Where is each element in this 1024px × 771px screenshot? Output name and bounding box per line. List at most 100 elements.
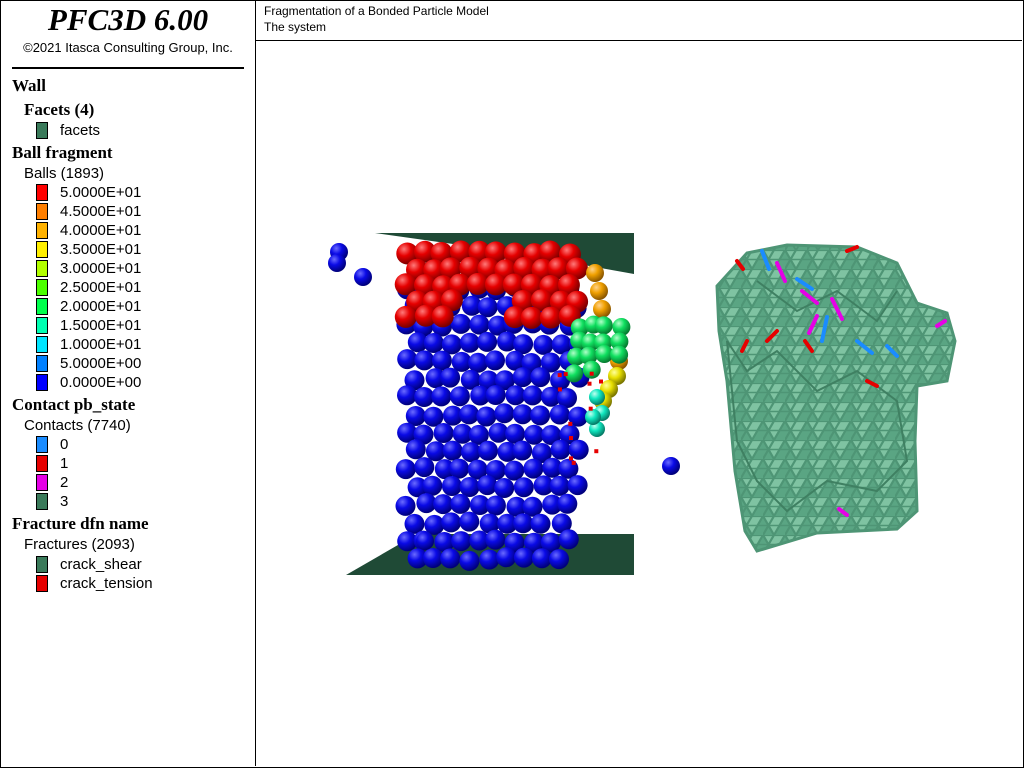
ball bbox=[431, 350, 452, 371]
color-swatch bbox=[36, 184, 48, 201]
fragment-chip bbox=[563, 372, 568, 377]
ball bbox=[354, 268, 372, 286]
ball bbox=[549, 404, 570, 425]
ball bbox=[423, 548, 443, 568]
legend-item-label: crack_shear bbox=[60, 556, 142, 573]
color-swatch bbox=[36, 336, 48, 353]
ball bbox=[451, 531, 472, 552]
ball bbox=[485, 385, 506, 405]
color-swatch bbox=[36, 436, 48, 453]
fragment-chip bbox=[569, 436, 573, 440]
color-swatch bbox=[36, 374, 48, 391]
color-swatch bbox=[36, 241, 48, 258]
ball bbox=[485, 495, 506, 516]
ball bbox=[449, 386, 470, 407]
ball bbox=[531, 548, 552, 569]
ball bbox=[523, 458, 544, 479]
fracture-heading: Fracture dfn name bbox=[12, 514, 149, 533]
ball bbox=[494, 478, 515, 498]
ball bbox=[557, 493, 578, 514]
ball bbox=[610, 345, 629, 364]
ball bbox=[512, 404, 533, 425]
ball bbox=[594, 316, 613, 335]
facets-heading: Facets (4) bbox=[24, 100, 95, 119]
ball bbox=[441, 512, 462, 533]
model-viewport[interactable] bbox=[257, 41, 1022, 766]
ball bbox=[461, 442, 481, 463]
ball bbox=[478, 440, 498, 461]
ball bbox=[585, 409, 601, 425]
ball bbox=[512, 440, 533, 461]
ball bbox=[586, 264, 604, 282]
fracture-network bbox=[715, 243, 957, 553]
color-swatch bbox=[36, 575, 48, 592]
app-title: PFC3D 6.00 bbox=[47, 2, 209, 37]
ball bbox=[469, 314, 490, 335]
ball bbox=[589, 389, 605, 405]
ball bbox=[433, 423, 454, 443]
legend-item-label: 3.5000E+01 bbox=[60, 241, 142, 258]
color-swatch bbox=[36, 317, 48, 334]
legend-item-label: 5.0000E+00 bbox=[60, 355, 142, 372]
ball bbox=[449, 458, 470, 479]
ball bbox=[513, 477, 534, 498]
ball bbox=[496, 547, 517, 568]
legend-panel: PFC3D 6.00 ©2021 Itasca Consulting Group… bbox=[0, 0, 256, 766]
ball bbox=[590, 282, 608, 300]
ball bbox=[530, 405, 551, 426]
legend-item-label: 4.5000E+01 bbox=[60, 203, 142, 220]
color-swatch bbox=[36, 474, 48, 491]
ball bbox=[512, 367, 533, 388]
ball bbox=[530, 513, 551, 534]
fractures-count: Fractures (2093) bbox=[24, 536, 135, 553]
fragment-chip bbox=[569, 456, 573, 461]
ball bbox=[450, 493, 471, 514]
ball bbox=[476, 406, 497, 427]
ball bbox=[520, 306, 543, 329]
ball bbox=[513, 513, 534, 534]
ball bbox=[582, 360, 601, 379]
color-swatch bbox=[36, 203, 48, 220]
legend-item-label: 0.0000E+00 bbox=[60, 374, 142, 391]
ball bbox=[422, 475, 443, 496]
legend-item-label: 0 bbox=[60, 436, 69, 453]
ball bbox=[442, 440, 463, 461]
color-swatch bbox=[36, 298, 48, 315]
ball bbox=[395, 495, 416, 516]
legend-item-label: 4.0000E+01 bbox=[60, 222, 142, 239]
color-swatch bbox=[36, 222, 48, 239]
ball bbox=[433, 494, 454, 515]
ball bbox=[416, 532, 434, 550]
plot-subtitle: The system bbox=[264, 20, 327, 34]
plot-title: Fragmentation of a Bonded Particle Model bbox=[264, 4, 489, 18]
ball bbox=[414, 387, 435, 407]
ball bbox=[477, 475, 498, 496]
ball bbox=[441, 476, 462, 496]
ball bbox=[397, 349, 418, 370]
fragment-chip bbox=[588, 406, 593, 411]
legend-item-label: facets bbox=[60, 122, 101, 139]
ball bbox=[593, 300, 611, 318]
legend-item-label: 1.5000E+01 bbox=[60, 317, 142, 334]
ball-fragment-heading: Ball fragment bbox=[12, 143, 113, 162]
ball bbox=[479, 549, 500, 570]
ball bbox=[549, 549, 569, 570]
ball bbox=[440, 367, 461, 388]
ball bbox=[662, 457, 680, 475]
ball bbox=[558, 529, 579, 550]
ball bbox=[450, 313, 471, 334]
ball bbox=[505, 385, 526, 406]
color-swatch bbox=[36, 556, 48, 573]
fragment-chip bbox=[568, 421, 573, 426]
plot-header: Fragmentation of a Bonded Particle Model… bbox=[256, 0, 1022, 41]
ball bbox=[494, 403, 515, 424]
ball bbox=[459, 404, 480, 425]
fragment-chip bbox=[587, 381, 592, 386]
fragment-chip bbox=[599, 379, 603, 384]
fragment-chip bbox=[557, 373, 562, 378]
color-swatch bbox=[36, 122, 48, 139]
legend-item-label: 1 bbox=[60, 455, 69, 472]
ball bbox=[477, 297, 498, 318]
color-swatch bbox=[36, 260, 48, 277]
ball bbox=[549, 475, 570, 496]
